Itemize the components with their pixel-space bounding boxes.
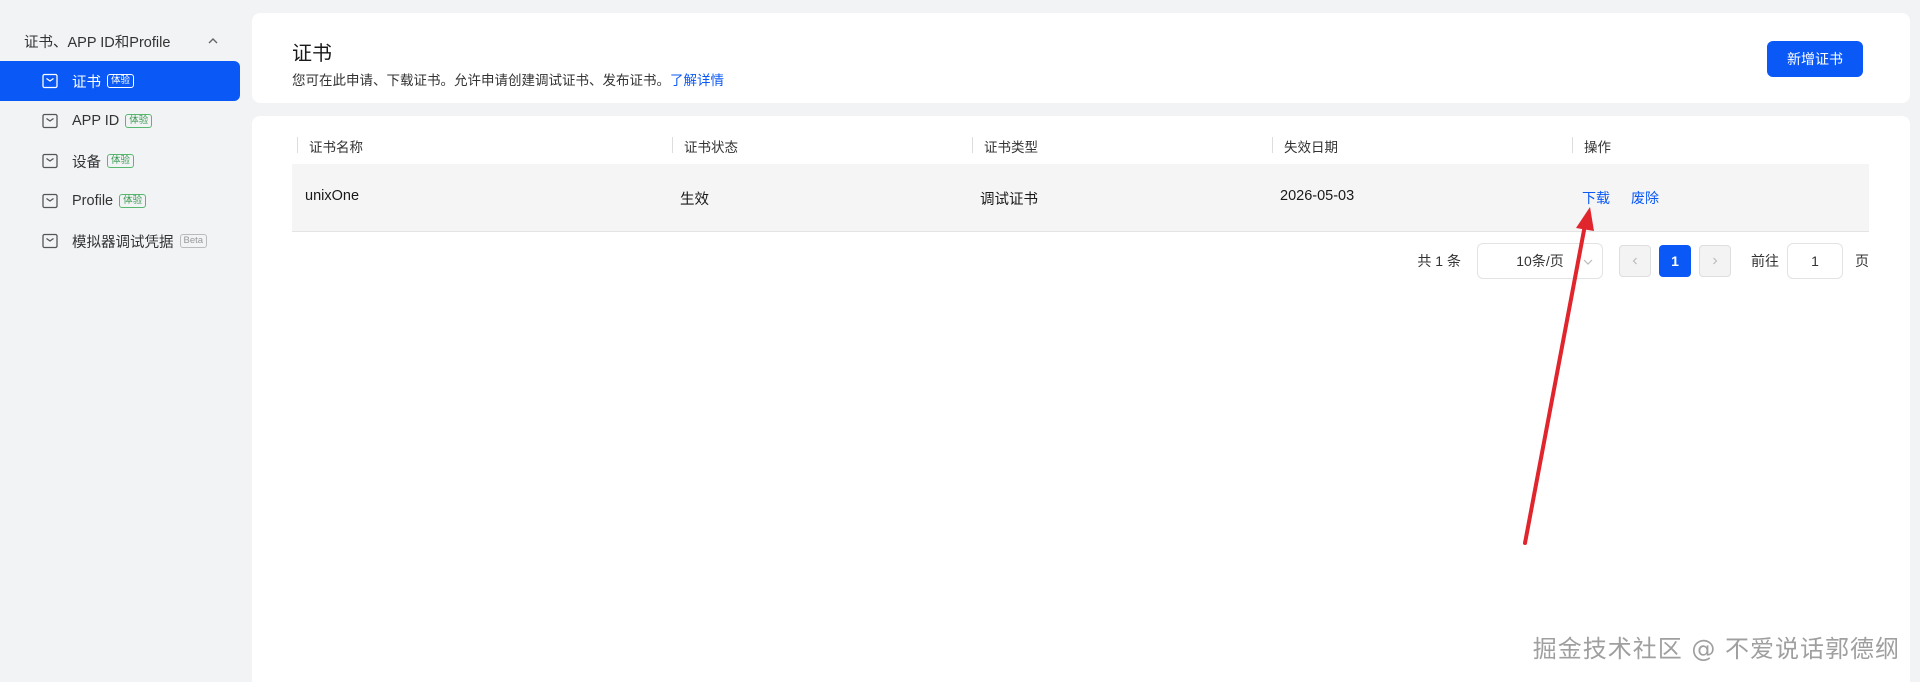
goto-label: 前往 xyxy=(1751,253,1779,269)
trial-badge: 体验 xyxy=(107,74,135,88)
sidebar-item-emulator-credentials[interactable]: 模拟器调试凭据 Beta xyxy=(0,221,240,261)
sidebar-item-label: 模拟器调试凭据 xyxy=(72,234,174,251)
trial-badge: 体验 xyxy=(107,154,135,168)
column-header-type: 证书类型 xyxy=(972,136,1038,156)
table-row: unixOne 生效 调试证书 2026-05-03 下载 废除 xyxy=(292,164,1869,232)
certificate-doc-icon xyxy=(42,113,58,129)
page-header: 证书 您可在此申请、下载证书。允许申请创建调试证书、发布证书。了解详情 新增证书 xyxy=(252,13,1910,103)
sidebar-item-certificate[interactable]: 证书 体验 xyxy=(0,61,240,101)
cell-certificate-name: unixOne xyxy=(305,188,360,204)
beta-badge: Beta xyxy=(179,234,208,248)
table-body: unixOne 生效 调试证书 2026-05-03 下载 废除 xyxy=(292,164,1869,232)
prev-page-button[interactable] xyxy=(1619,245,1651,277)
sidebar-item-label: 证书 xyxy=(72,74,101,91)
sidebar-item-label: APP ID xyxy=(72,113,120,129)
sidebar-item-app-id[interactable]: APP ID 体验 xyxy=(0,101,240,141)
column-header-name: 证书名称 xyxy=(297,136,363,156)
column-header-actions: 操作 xyxy=(1572,136,1611,156)
certificate-doc-icon xyxy=(42,73,58,89)
sidebar-item-devices[interactable]: 设备 体验 xyxy=(0,141,240,181)
revoke-link[interactable]: 废除 xyxy=(1631,188,1659,208)
page-size-value: 10条/页 xyxy=(1516,253,1564,269)
chevron-left-icon xyxy=(1632,257,1637,265)
cell-certificate-status: 生效 xyxy=(680,192,709,208)
certificate-doc-icon xyxy=(42,233,58,249)
sidebar-item-profile[interactable]: Profile 体验 xyxy=(0,181,240,221)
pagination-total: 共 1 条 xyxy=(1417,253,1461,269)
sidebar-group-cert-appid-profile[interactable]: 证书、APP ID和Profile xyxy=(0,26,240,56)
sidebar-item-label: 设备 xyxy=(72,154,101,171)
page-number-button[interactable]: 1 xyxy=(1659,245,1691,277)
chevron-right-icon xyxy=(1713,257,1718,265)
sidebar-group-label: 证书、APP ID和Profile xyxy=(24,34,171,51)
chevron-down-icon xyxy=(1583,259,1593,265)
certificate-doc-icon xyxy=(42,193,58,209)
certificate-list-panel: 证书名称 证书状态 证书类型 失效日期 操作 unixOne 生效 调试证书 2… xyxy=(252,116,1910,682)
watermark: 掘金技术社区 @ 不爱说话郭德纲 xyxy=(1532,635,1900,663)
cell-expiry-date: 2026-05-03 xyxy=(1280,188,1355,204)
certificate-doc-icon xyxy=(42,153,58,169)
next-page-button[interactable] xyxy=(1699,245,1731,277)
page-size-select[interactable]: 10条/页 xyxy=(1477,243,1603,279)
cell-certificate-type: 调试证书 xyxy=(980,192,1038,208)
goto-unit: 页 xyxy=(1855,253,1869,269)
goto-page-input[interactable] xyxy=(1787,243,1843,279)
chevron-up-icon[interactable] xyxy=(206,34,220,48)
pagination: 共 1 条 10条/页 1 前往 页 xyxy=(1417,243,1869,279)
sidebar-item-label: Profile xyxy=(72,193,114,209)
column-header-status: 证书状态 xyxy=(672,136,738,156)
learn-more-link[interactable]: 了解详情 xyxy=(670,73,724,88)
description-text: 您可在此申请、下载证书。允许申请创建调试证书、发布证书。 xyxy=(292,73,670,88)
new-certificate-button[interactable]: 新增证书 xyxy=(1767,41,1863,77)
column-header-expiry: 失效日期 xyxy=(1272,136,1338,156)
table-header: 证书名称 证书状态 证书类型 失效日期 操作 xyxy=(292,124,1869,164)
sidebar: 证书、APP ID和Profile 证书 体验 APP ID 体验 设备 体验 … xyxy=(0,0,245,682)
certificate-table: 证书名称 证书状态 证书类型 失效日期 操作 unixOne 生效 调试证书 2… xyxy=(292,124,1869,232)
download-link[interactable]: 下载 xyxy=(1582,188,1610,208)
page-title: 证书 xyxy=(292,43,332,65)
page-description: 您可在此申请、下载证书。允许申请创建调试证书、发布证书。了解详情 xyxy=(292,69,724,89)
trial-badge: 体验 xyxy=(119,194,147,208)
trial-badge: 体验 xyxy=(125,114,153,128)
